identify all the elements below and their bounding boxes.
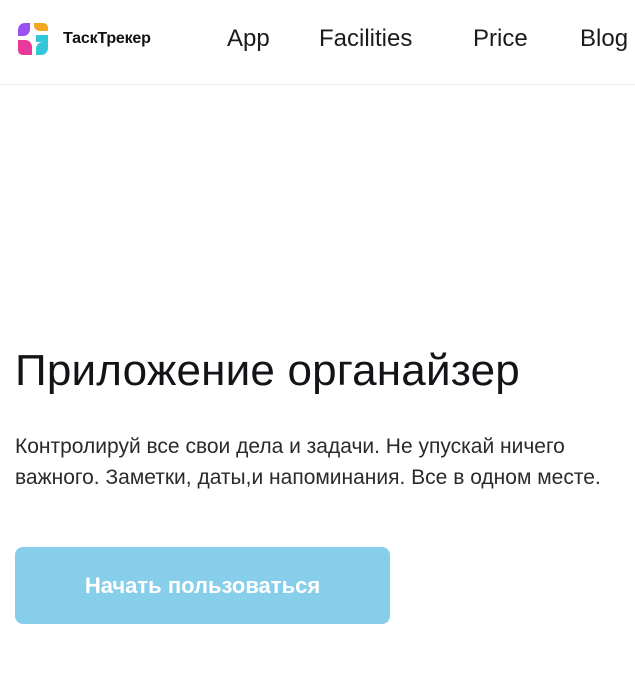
nav-link-price[interactable]: Price: [473, 23, 528, 55]
hero-title: Приложение органайзер: [15, 346, 520, 395]
site-header: ТаскТрекер App Facilities Price Blog: [0, 0, 635, 85]
nav-link-app[interactable]: App: [227, 23, 270, 55]
nav-link-blog[interactable]: Blog: [580, 23, 628, 55]
nav-link-facilities[interactable]: Facilities: [319, 23, 412, 55]
start-using-button[interactable]: Начать пользоваться: [15, 547, 390, 624]
hero-description: Контролируй все свои дела и задачи. Не у…: [15, 435, 601, 489]
main-nav: App Facilities Price Blog: [0, 23, 635, 55]
